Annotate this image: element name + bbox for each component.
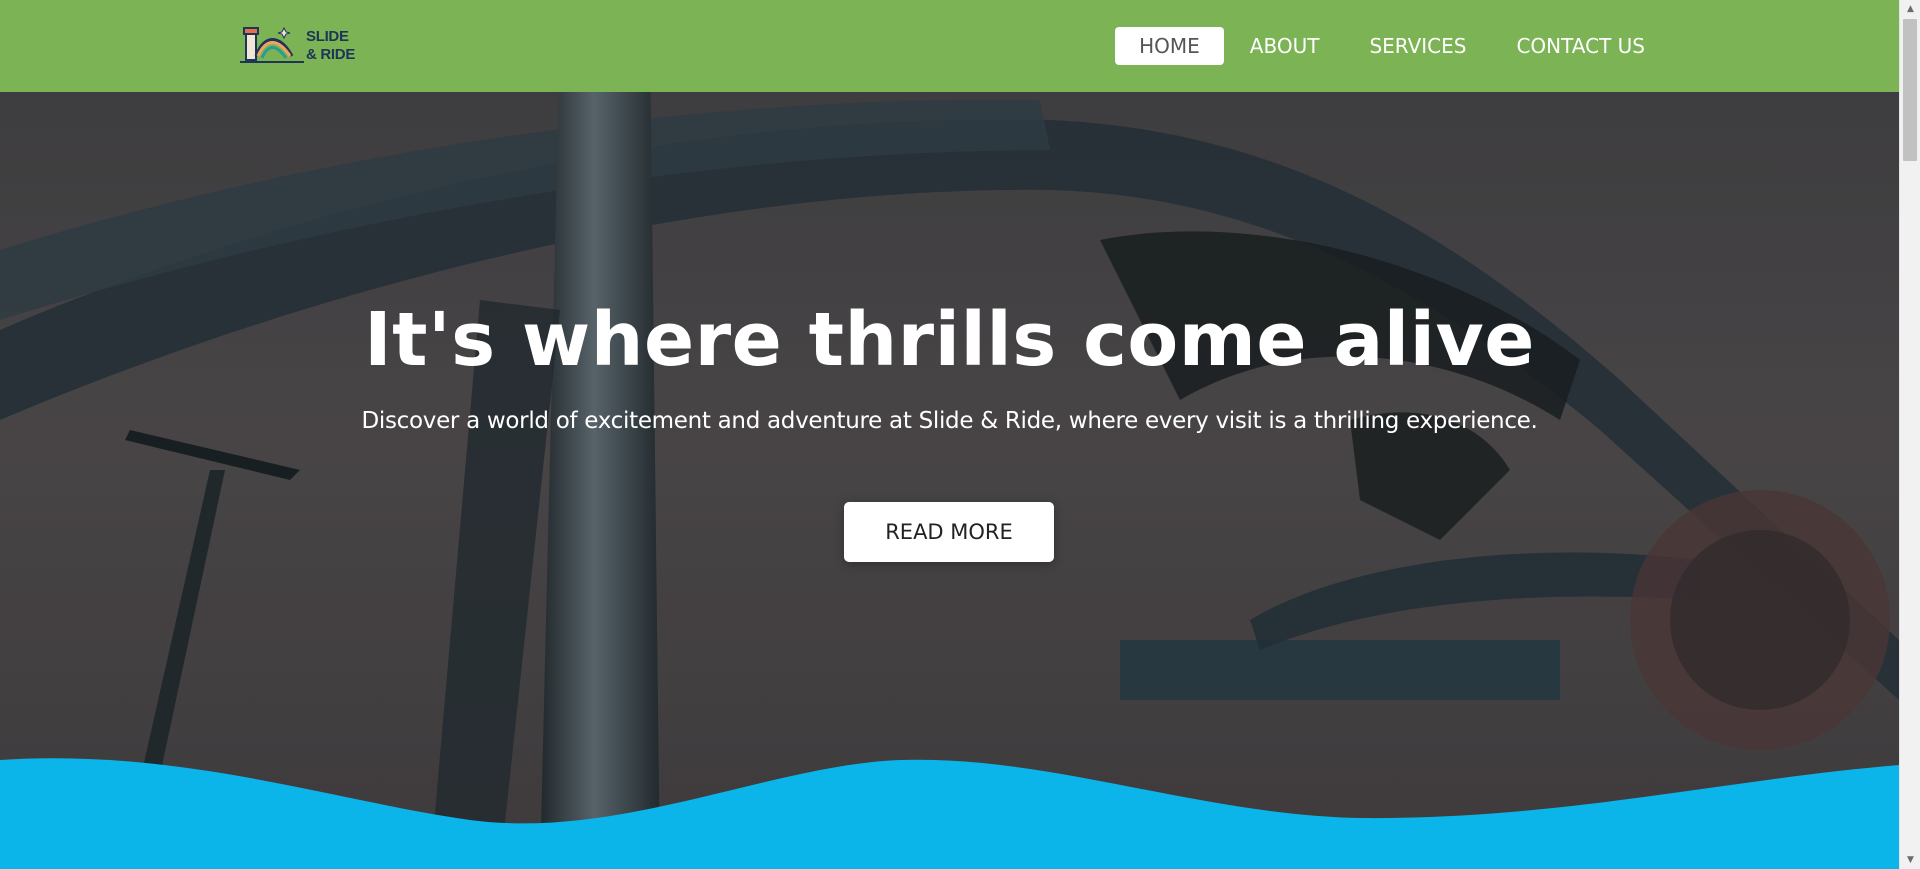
- hero-title: It's where thrills come alive: [364, 297, 1535, 383]
- page: SLIDE & RIDE HOME ABOUT SERVICES CONTACT…: [0, 0, 1920, 869]
- nav-item-home[interactable]: HOME: [1115, 27, 1224, 65]
- wave-divider: [0, 758, 1899, 869]
- logo-line-2: & RIDE: [306, 46, 356, 63]
- navbar: SLIDE & RIDE HOME ABOUT SERVICES CONTACT…: [0, 0, 1899, 92]
- nav-item-contact-us[interactable]: CONTACT US: [1492, 27, 1669, 65]
- scroll-up-arrow-icon[interactable]: ▲: [1900, 0, 1920, 18]
- scrollbar-thumb[interactable]: [1903, 19, 1917, 161]
- vertical-scrollbar[interactable]: ▲ ▼: [1899, 0, 1920, 869]
- logo[interactable]: SLIDE & RIDE: [240, 26, 360, 68]
- hero-subtitle: Discover a world of excitement and adven…: [361, 408, 1538, 434]
- nav-item-about[interactable]: ABOUT: [1226, 27, 1344, 65]
- nav-menu: HOME ABOUT SERVICES CONTACT US: [1113, 27, 1669, 65]
- scroll-down-arrow-icon[interactable]: ▼: [1900, 851, 1920, 869]
- logo-text: SLIDE & RIDE: [306, 28, 366, 64]
- read-more-button[interactable]: READ MORE: [844, 502, 1054, 562]
- roller-coaster-logo-icon: [240, 26, 304, 63]
- nav-item-services[interactable]: SERVICES: [1345, 27, 1490, 65]
- logo-line-1: SLIDE: [306, 28, 349, 45]
